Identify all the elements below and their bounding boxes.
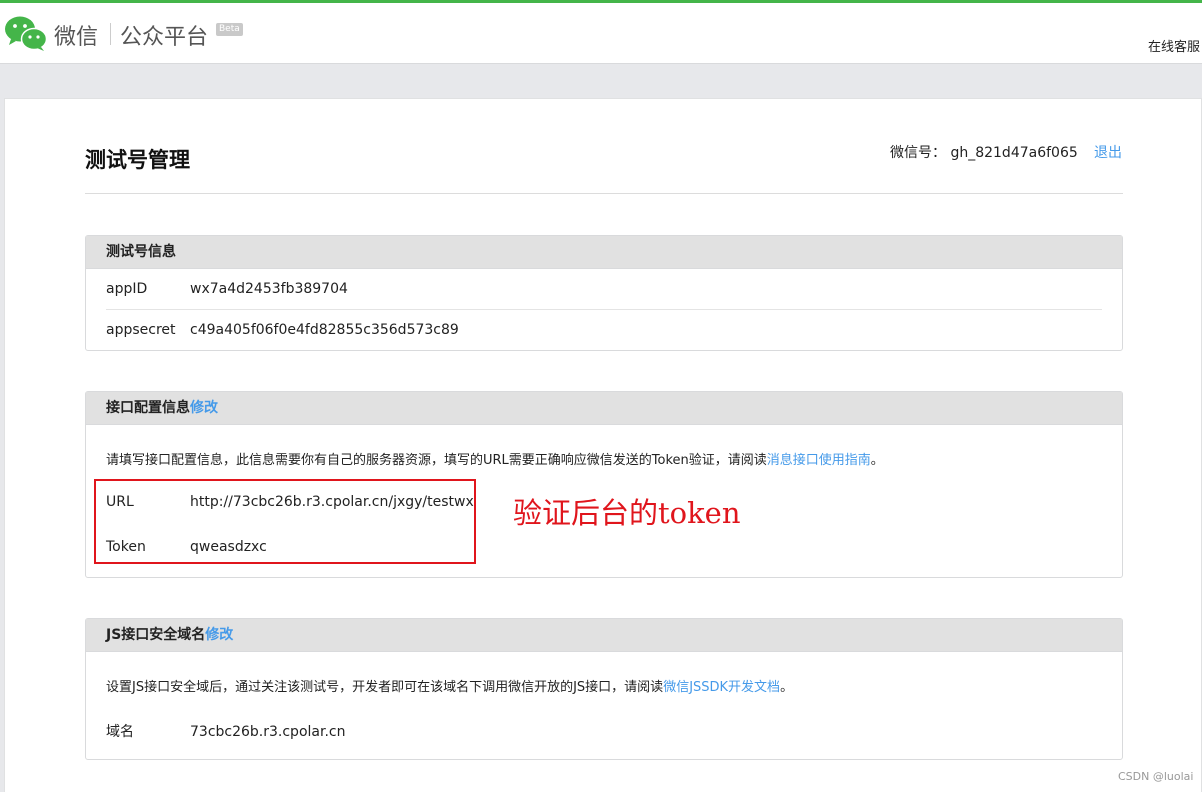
appid-value: wx7a4d2453fb389704 [190,281,348,297]
logout-link[interactable]: 退出 [1094,142,1122,162]
interface-desc-text: 请填写接口配置信息，此信息需要你有自己的服务器资源，填写的URL需要正确响应微信… [106,453,767,468]
test-info-title: 测试号信息 [106,244,176,260]
appid-row: appID wx7a4d2453fb389704 [106,281,348,297]
js-desc-text: 设置JS接口安全域后，通过关注该测试号，开发者即可在该域名下调用微信开放的JS接… [106,680,664,695]
domain-value: 73cbc26b.r3.cpolar.cn [190,724,346,740]
test-info-panel: 测试号信息 appID wx7a4d2453fb389704 appsecret c… [85,235,1123,351]
interface-desc-end: 。 [870,453,884,468]
js-desc-end: 。 [780,680,794,695]
appsecret-value: c49a405f06f0e4fd82855c356d573c89 [190,322,459,338]
beta-badge: Beta [216,23,243,36]
message-api-guide-link[interactable]: 消息接口使用指南 [767,453,871,468]
domain-row: 域名 73cbc26b.r3.cpolar.cn [106,721,345,741]
wechat-logo-icon [5,16,48,51]
highlight-box [94,479,476,564]
appsecret-label: appsecret [106,322,176,338]
interface-config-header: 接口配置信息修改 [86,392,1122,425]
jssdk-doc-link[interactable]: 微信JSSDK开发文档 [663,680,780,695]
brand-name[interactable]: 微信 [54,19,98,51]
interface-edit-link[interactable]: 修改 [190,400,218,416]
js-domain-header: JS接口安全域名修改 [86,619,1122,652]
js-domain-title: JS接口安全域名 [106,627,206,643]
row-divider [106,309,1102,310]
account-id: 微信号： gh_821d47a6f065 [890,145,1078,161]
appid-label: appID [106,281,148,297]
interface-description: 请填写接口配置信息，此信息需要你有自己的服务器资源，填写的URL需要正确响应微信… [106,449,884,468]
js-edit-link[interactable]: 修改 [205,627,233,643]
watermark: CSDN @luolai [1118,770,1194,783]
page-title: 测试号管理 [85,148,190,172]
top-bar: 微信 公众平台 Beta 在线客服 [0,0,1202,64]
js-domain-panel: JS接口安全域名修改 设置JS接口安全域后，通过关注该测试号，开发者即可在该域名… [85,618,1123,760]
platform-name[interactable]: 公众平台 [120,19,208,51]
brand-divider [110,23,111,45]
js-description: 设置JS接口安全域后，通过关注该测试号，开发者即可在该域名下调用微信开放的JS接… [106,676,793,695]
appsecret-row: appsecret c49a405f06f0e4fd82855c356d573c8… [106,322,459,338]
online-service-link[interactable]: 在线客服 [1148,36,1200,55]
domain-label: 域名 [106,724,134,740]
interface-config-title: 接口配置信息 [106,400,190,416]
annotation-text: 验证后台的token [513,496,741,530]
test-info-header: 测试号信息 [86,236,1122,269]
title-divider [85,193,1123,194]
